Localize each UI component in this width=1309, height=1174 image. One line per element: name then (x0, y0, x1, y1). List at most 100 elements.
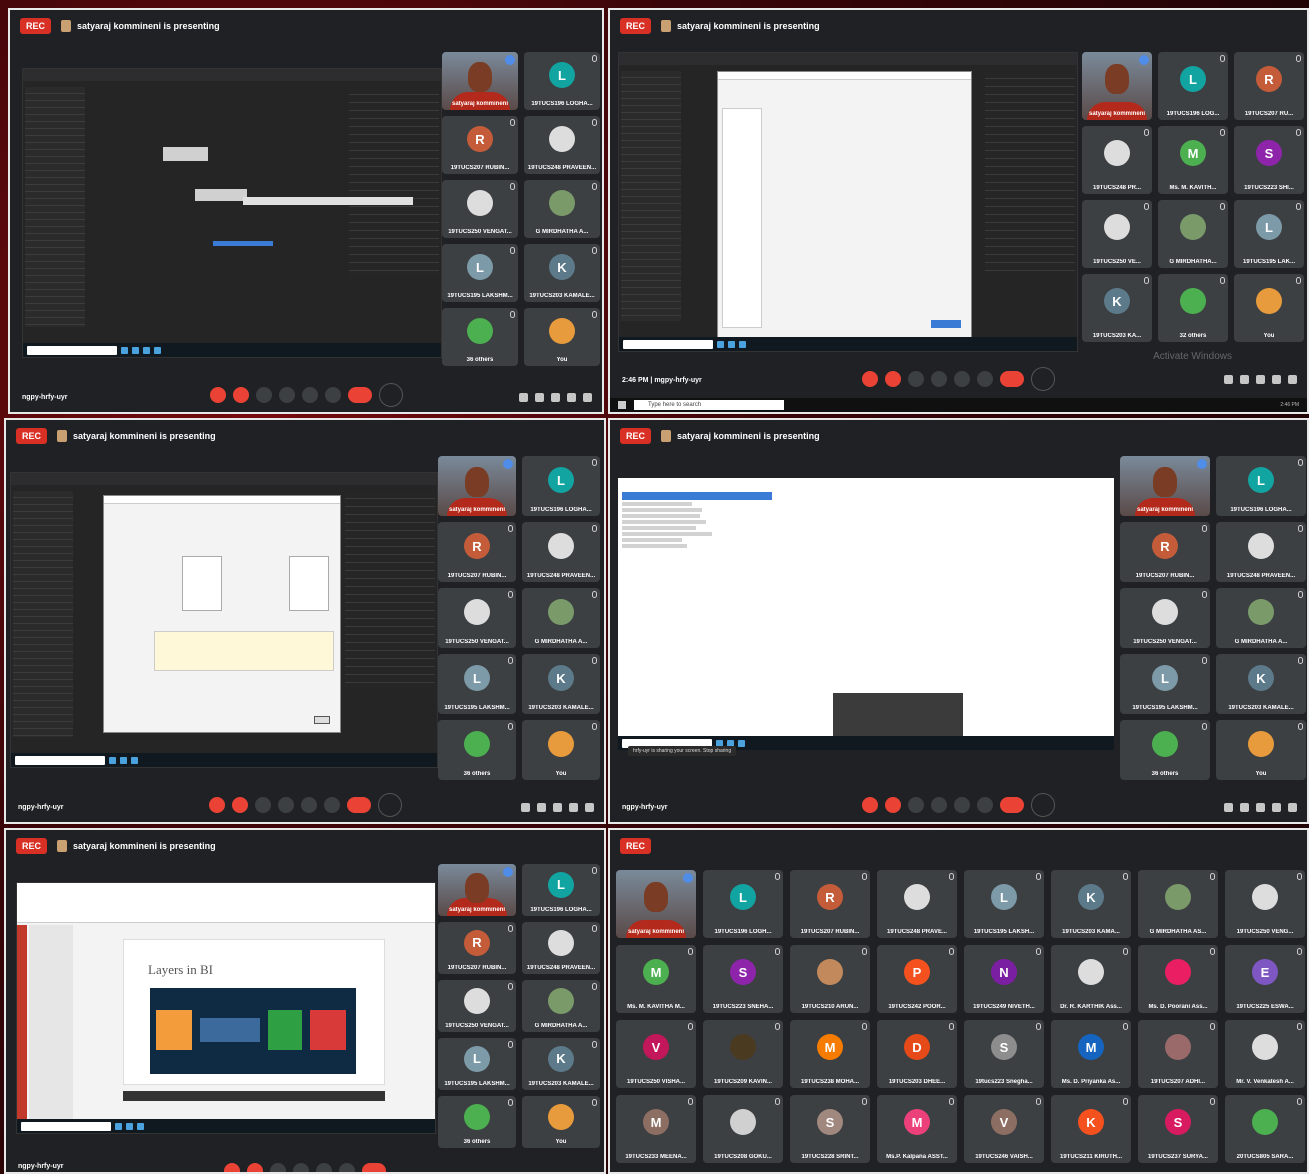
participant-tile[interactable]: N 19TUCS249 NIVETH... (964, 945, 1044, 1013)
leave-call-button[interactable] (347, 387, 372, 403)
taskbar-icon[interactable] (717, 340, 724, 348)
taskbar-icon[interactable] (143, 346, 150, 354)
participant-tile[interactable]: M Ms. D. Priyanka As... (1051, 1020, 1131, 1088)
participant-tile[interactable]: You (524, 308, 600, 366)
taskbar-icon[interactable] (115, 1122, 122, 1130)
present-button[interactable] (954, 797, 970, 813)
participant-tile[interactable]: 19TUCS210 ARUN... (790, 945, 870, 1013)
participant-tile[interactable]: G MIRDHATHA A... (524, 180, 600, 238)
lock-icon[interactable] (1288, 375, 1297, 384)
presenter-tile[interactable]: satyaraj kommineni (616, 870, 696, 938)
participant-tile[interactable]: 19TUCS207 ADHI... (1138, 1020, 1218, 1088)
pin-icon[interactable] (505, 55, 515, 65)
captions-button[interactable] (254, 797, 271, 813)
participant-tile[interactable]: L 19TUCS195 LAKSHM... (438, 1038, 516, 1090)
participant-tile[interactable]: S 19TUCS223 SHI... (1234, 126, 1304, 194)
participant-tile[interactable]: L 19TUCS196 LOG... (1158, 52, 1228, 120)
ok-button[interactable] (931, 320, 961, 328)
participant-tile[interactable]: 19TUCS208 GOKU... (703, 1095, 783, 1163)
host-search-box[interactable]: Type here to search (634, 400, 784, 410)
presenter-tile[interactable]: satyaraj kommineni (438, 456, 516, 516)
participant-tile[interactable]: G MIRDHATHA A... (522, 980, 600, 1032)
camera-off-button[interactable] (885, 371, 901, 387)
taskbar-icon[interactable] (154, 346, 161, 354)
start-icon[interactable] (618, 401, 626, 409)
more-options-button[interactable] (977, 797, 993, 813)
camera-off-button[interactable] (247, 1163, 263, 1172)
more-options-button[interactable] (323, 797, 340, 813)
participant-tile[interactable]: G MIRDHATHA... (1158, 200, 1228, 268)
participant-tile[interactable]: R 19TUCS207 RUBIN... (790, 870, 870, 938)
participant-tile[interactable]: R 19TUCS207 RUBIN... (442, 116, 518, 174)
taskbar-icon[interactable] (109, 756, 116, 764)
leave-call-button[interactable] (362, 1163, 386, 1172)
captions-button[interactable] (255, 387, 272, 403)
camera-off-button[interactable] (231, 797, 248, 813)
participant-tile[interactable]: S 19TUCS228 SRINT... (790, 1095, 870, 1163)
participant-tile[interactable]: K 19TUCS203 KA... (1082, 274, 1152, 342)
people-icon[interactable] (535, 393, 544, 402)
activities-icon[interactable] (569, 803, 578, 812)
more-options-button[interactable] (977, 371, 993, 387)
lock-icon[interactable] (585, 803, 594, 812)
participant-tile[interactable]: S 19TUCS237 SURYA... (1138, 1095, 1218, 1163)
presenter-tile[interactable]: satyaraj kommineni (1082, 52, 1152, 120)
participant-tile[interactable]: L 19TUCS195 LAKSHM... (442, 244, 518, 302)
mic-off-button[interactable] (862, 371, 878, 387)
participant-tile[interactable]: 19TUCS248 PR... (1082, 126, 1152, 194)
participant-tile[interactable]: K 19TUCS211 KIRUTH... (1051, 1095, 1131, 1163)
raise-hand-button[interactable] (278, 387, 295, 403)
participant-tile[interactable]: D 19TUCS203 DHEE... (877, 1020, 957, 1088)
participant-tile[interactable]: L 19TUCS196 LOGH... (703, 870, 783, 938)
activities-icon[interactable] (1272, 803, 1281, 812)
taskbar-icon[interactable] (126, 1122, 133, 1130)
chat-icon[interactable] (553, 803, 562, 812)
participant-tile[interactable]: L 19TUCS196 LOGHA... (524, 52, 600, 110)
mic-off-button[interactable] (208, 797, 225, 813)
participant-tile[interactable]: V 19TUCS246 VAISH... (964, 1095, 1044, 1163)
info-icon[interactable] (1224, 803, 1233, 812)
participant-tile[interactable]: K 19TUCS203 KAMALE... (522, 1038, 600, 1090)
taskbar-icon[interactable] (738, 739, 745, 747)
taskbar-search[interactable] (21, 1121, 111, 1131)
participant-tile[interactable]: M 19TUCS233 MEENA... (616, 1095, 696, 1163)
activity-button[interactable] (1031, 367, 1055, 391)
participant-tile[interactable]: 36 others (1120, 720, 1210, 780)
pin-icon[interactable] (683, 873, 693, 883)
participant-tile[interactable]: M Ms. M. KAVITHA M... (616, 945, 696, 1013)
participant-tile[interactable]: K 19TUCS203 KAMALE... (524, 244, 600, 302)
participant-tile[interactable]: R 19TUCS207 RUBIN... (438, 522, 516, 582)
lock-icon[interactable] (1288, 803, 1297, 812)
chat-icon[interactable] (1256, 803, 1265, 812)
participant-tile[interactable]: Mr. V. Venkatesh A... (1225, 1020, 1305, 1088)
chat-icon[interactable] (551, 393, 560, 402)
info-icon[interactable] (519, 393, 528, 402)
taskbar-icon[interactable] (131, 756, 138, 764)
mic-off-button[interactable] (224, 1163, 240, 1172)
chat-icon[interactable] (1256, 375, 1265, 384)
taskbar-search[interactable] (27, 345, 117, 355)
participant-tile[interactable]: L 19TUCS195 LAKSHM... (1120, 654, 1210, 714)
participant-tile[interactable]: L 19TUCS195 LAKSH... (964, 870, 1044, 938)
participant-tile[interactable]: V 19TUCS250 VISHA... (616, 1020, 696, 1088)
participant-tile[interactable]: 20TUCS805 SARA... (1225, 1095, 1305, 1163)
participant-tile[interactable]: Dr. R. KARTHIK Ass... (1051, 945, 1131, 1013)
captions-button[interactable] (908, 797, 924, 813)
people-icon[interactable] (1240, 803, 1249, 812)
participant-tile[interactable]: 19TUCS250 VENGAT... (438, 588, 516, 648)
present-button[interactable] (954, 371, 970, 387)
taskbar-icon[interactable] (137, 1122, 144, 1130)
present-button[interactable] (316, 1163, 332, 1172)
participant-tile[interactable]: 19TUCS250 VENGAT... (442, 180, 518, 238)
participant-tile[interactable]: 36 others (438, 1096, 516, 1148)
activities-icon[interactable] (1272, 375, 1281, 384)
captions-button[interactable] (270, 1163, 286, 1172)
leave-call-button[interactable] (346, 797, 371, 813)
participant-tile[interactable]: L 19TUCS195 LAK... (1234, 200, 1304, 268)
participant-tile[interactable]: 19TUCS248 PRAVEEN... (522, 522, 600, 582)
participant-tile[interactable]: S 19tucs223 Snegha... (964, 1020, 1044, 1088)
participant-tile[interactable]: K 19TUCS203 KAMALE... (1216, 654, 1306, 714)
present-button[interactable] (301, 387, 318, 403)
raise-hand-button[interactable] (931, 797, 947, 813)
participant-tile[interactable]: K 19TUCS203 KAMA... (1051, 870, 1131, 938)
